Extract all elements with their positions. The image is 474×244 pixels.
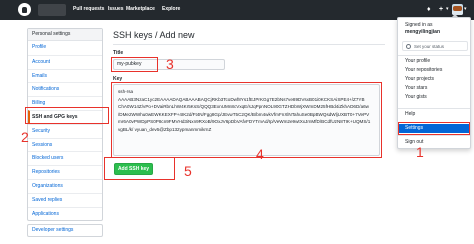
signed-in-as-label: Signed in as — [405, 22, 433, 28]
menu-item-your-stars[interactable]: Your stars — [398, 84, 470, 93]
bell-icon[interactable]: ♦ — [427, 5, 431, 14]
sidebar-item-sessions[interactable]: Sessions — [28, 137, 102, 152]
set-status-label: Set your status — [414, 44, 445, 49]
search-input[interactable] — [38, 4, 66, 16]
plus-caret-icon[interactable]: ▾ — [446, 6, 449, 12]
sidebar-item-emails[interactable]: Emails — [28, 68, 102, 83]
nav-marketplace[interactable]: Marketplace — [126, 6, 155, 13]
annotation-number-4: 4 — [256, 146, 264, 162]
annotation-box-settings — [398, 122, 470, 135]
annotation-number-1: 1 — [416, 144, 424, 160]
nav-explore[interactable]: Explore — [162, 6, 180, 13]
sidebar-item-security[interactable]: Security — [28, 123, 102, 138]
menu-item-your-projects[interactable]: Your projects — [398, 75, 470, 84]
sidebar-item-profile[interactable]: Profile — [28, 41, 102, 55]
sidebar-title: Personal settings — [28, 29, 102, 41]
dropdown-divider — [398, 55, 470, 56]
developer-settings-box: Developer settings — [27, 224, 103, 237]
title-divider — [113, 44, 385, 45]
annotation-box-key — [111, 82, 382, 158]
sidebar-item-applications[interactable]: Applications — [28, 206, 102, 221]
sidebar-item-saved-replies[interactable]: Saved replies — [28, 192, 102, 207]
menu-item-help[interactable]: Help — [398, 110, 470, 119]
set-status-button[interactable]: Set your status — [402, 41, 468, 51]
sidebar-item-repositories[interactable]: Repositories — [28, 165, 102, 179]
username[interactable]: mengyilingjian — [405, 29, 440, 35]
avatar-caret-icon[interactable]: ▾ — [464, 6, 467, 12]
sidebar-item-organizations[interactable]: Organizations — [28, 178, 102, 193]
sidebar-item-developer-settings[interactable]: Developer settings — [28, 225, 102, 236]
annotation-number-2: 2 — [21, 129, 29, 145]
annotation-number-5: 5 — [184, 163, 192, 179]
nav-pull-requests[interactable]: Pull requests — [73, 6, 104, 13]
dropdown-divider — [398, 135, 470, 136]
menu-item-your-repositories[interactable]: Your repositories — [398, 66, 470, 75]
sidebar-item-account[interactable]: Account — [28, 54, 102, 69]
menu-item-your-profile[interactable]: Your profile — [398, 57, 470, 66]
github-logo-icon[interactable] — [18, 3, 31, 16]
sidebar-item-notifications[interactable]: Notifications — [28, 82, 102, 96]
annotation-box-title — [111, 57, 158, 72]
plus-icon[interactable]: + — [439, 5, 443, 14]
menu-item-sign-out[interactable]: Sign out — [398, 138, 470, 147]
title-label: Title — [113, 50, 124, 56]
settings-sidebar: Personal settings Profile Account Emails… — [27, 28, 103, 222]
nav-issues[interactable]: Issues — [108, 6, 124, 13]
annotation-box-ssh-keys — [25, 107, 109, 124]
menu-item-your-gists[interactable]: Your gists — [398, 93, 470, 102]
smiley-icon — [406, 44, 411, 49]
sidebar-item-blocked-users[interactable]: Blocked users — [28, 151, 102, 165]
annotation-box-add-button — [104, 157, 175, 180]
annotation-number-3: 3 — [166, 56, 174, 72]
dropdown-divider — [398, 108, 470, 109]
page-title: SSH keys / Add new — [113, 30, 195, 40]
